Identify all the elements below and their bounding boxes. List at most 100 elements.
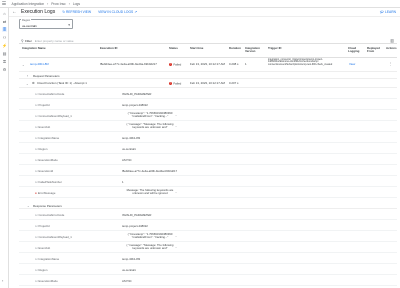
collapse-chevron-icon[interactable]: ⌄ (22, 63, 25, 67)
task-name: Cloud Function (Task ID: 1) - Attempt 1 (37, 80, 87, 85)
param-row: ⊟ ExecutionMode ASYNC (19, 275, 397, 286)
param-type-icon: ⊟ (35, 179, 38, 184)
param-key: ⊟ ProjectId (35, 223, 50, 228)
triggers-icon[interactable]: ⚡ (2, 43, 7, 48)
param-key: ⊟ IntegrationName (35, 256, 60, 261)
param-key: ⊟ Region (35, 146, 48, 151)
param-value: { "timestamp": "1.706693192380390 "mailt… (127, 231, 173, 239)
cloud-logs-button[interactable]: VIEW IN CLOUD LOGS ↗ (98, 10, 137, 14)
param-value: ASYNC (122, 278, 132, 283)
breadcrumb-item[interactable]: Prow Insc (51, 2, 65, 6)
param-value: temp-40b1-8f2 (122, 135, 141, 140)
page-title: Execution Logs (21, 9, 56, 15)
column-header[interactable]: Execution ID (100, 46, 118, 50)
integration-version: 1 (245, 62, 247, 66)
column-header[interactable]: Duration (229, 46, 241, 50)
execution-id: f8e9d4ee-a77c-4e4a-a00b-9ed4a-b9b0d217 (100, 63, 157, 66)
logs-icon[interactable]: ≣ (2, 27, 7, 32)
param-key: ⊟ Region (35, 267, 48, 272)
column-header[interactable]: Trigger ID (268, 46, 282, 50)
param-type-icon: ⊟ (35, 168, 38, 173)
column-header[interactable]: Status (169, 46, 178, 50)
task-row[interactable]: ⌄ ⚙ Cloud Function (Task ID: 1) - Attemp… (19, 79, 397, 88)
home-icon[interactable]: ⌂ (2, 11, 7, 16)
back-arrow-icon[interactable]: ← (12, 9, 17, 15)
param-type-icon: ⊟ (35, 267, 38, 272)
collapse-icon[interactable]: ‹ (2, 278, 3, 283)
param-row: ⊟ IntegrationName temp-40b1-8f2 (19, 253, 397, 264)
param-row: ⊟ EventJob { "message": "Message: The foll… (19, 242, 397, 253)
cloud-logging-link[interactable]: View (349, 62, 355, 66)
param-type-icon: ⊟ (35, 278, 38, 283)
param-type-icon: ⊟ (35, 113, 38, 118)
expand-value-icon[interactable]: ⌄ (175, 191, 177, 194)
column-header[interactable]: Integration Name (22, 46, 46, 50)
column-header[interactable]: Start time (190, 46, 203, 50)
region-value: us-central1 (22, 24, 37, 28)
filter-bar[interactable]: ⚲ Filter Enter property name or value ▥ (19, 38, 397, 44)
chevron-down-icon: ⌄ (27, 203, 30, 208)
collapse-chevron-icon[interactable]: ⌄ (26, 82, 29, 86)
column-header[interactable]: Replayed From (367, 46, 381, 54)
more-actions-icon[interactable]: ⋮ (389, 62, 392, 66)
request-parameters-section[interactable]: › Request Parameters (19, 72, 397, 79)
param-row: ⊟ ExecutionId f8e9d4ee-a77c-4e4a-a00b-9ed4… (19, 165, 397, 176)
param-key: ⊟ EventJob (35, 124, 51, 129)
auth-icon[interactable]: ⚿ (2, 59, 7, 64)
param-value: { "message": "Message: The following key… (126, 242, 174, 250)
filter-icon: ⚲ (21, 38, 24, 43)
param-type-icon: ⊟ (35, 102, 38, 107)
param-type-icon: ⊟ (35, 157, 38, 162)
column-header[interactable]: Integration Version (245, 46, 261, 54)
param-key: ● ErrorMessage (35, 190, 56, 195)
param-value: us-central1 (122, 267, 136, 272)
connectors-icon[interactable]: ⚇ (2, 35, 7, 40)
expand-value-icon[interactable]: ⌄ (175, 246, 177, 249)
refresh-button[interactable]: ↻ REFRESH VIEW (62, 10, 91, 14)
breadcrumb-item[interactable]: Application Integration (12, 2, 45, 6)
external-link-icon: ↗ (134, 10, 138, 14)
section-label: Response Parameters (33, 204, 62, 208)
breadcrumb-item: Logs (72, 1, 80, 6)
settings-icon[interactable]: ⚙ (2, 67, 7, 72)
param-value: { "message": "Message: The following key… (126, 121, 174, 129)
status-badge: ! Failed (169, 80, 182, 85)
region-select[interactable]: Region us-central1 ▾ (19, 18, 73, 29)
param-key: ⊟ ExecutionMode (35, 157, 58, 162)
param-type-icon: ⊟ (35, 223, 38, 228)
table-row[interactable]: ⌄ temp-40b1-8f2 f8e9d4ee-a77c-4e4a-a00b-… (19, 58, 397, 72)
column-header[interactable]: Actions (386, 46, 397, 50)
param-row: ● ErrorMessage Message: The following keyw… (19, 187, 397, 198)
task-icon: ⚙ (32, 80, 35, 85)
start-time: Feb 13, 2023, 10:12:17 AM (190, 62, 225, 66)
templates-icon[interactable]: ▤ (2, 51, 7, 56)
param-type-icon: ⊟ (35, 234, 38, 239)
param-key: ⊟ IntegrationName (35, 135, 60, 140)
expand-value-icon[interactable]: ⌄ (175, 114, 177, 117)
duration: 0.207 s (229, 80, 239, 85)
menu-icon[interactable]: ☰ (0, 1, 8, 7)
response-parameters-section[interactable]: ⌄ Response Parameters (19, 202, 397, 209)
integration-name-link[interactable]: temp-40b1-8f2 (30, 62, 49, 66)
param-key: ⊟ ExecutionId (35, 168, 54, 173)
param-key: ⊟ ConnectorEventPayload_1 (35, 234, 72, 239)
param-key: ⊟ ConnectorEventPayload_1 (35, 113, 72, 118)
expand-value-icon[interactable]: ⌄ (175, 125, 177, 128)
dropdown-arrow-icon: ▾ (68, 23, 70, 27)
school-icon: 🎓︎ (379, 10, 384, 14)
integrations-icon[interactable]: ⇄ (2, 19, 7, 24)
trigger-id: integration_connector_trigger/projects/t… (268, 57, 333, 67)
learn-button[interactable]: 🎓︎ LEARN (380, 10, 396, 14)
expand-value-icon[interactable]: ⌄ (175, 235, 177, 238)
param-type-icon: ⊟ (35, 245, 38, 250)
param-value: ASYNC (122, 157, 132, 162)
filter-input[interactable]: Enter property name or value (35, 39, 74, 43)
param-row: ⊟ ProjectId temp-project-448022 (19, 220, 397, 231)
param-row: ⊟ IntegrationName temp-40b1-8f2 (19, 132, 397, 143)
param-row: ⊟ Region us-central1 (19, 143, 397, 154)
param-row: ⊟ FailedTaskNumber 1 (19, 176, 397, 187)
column-display-icon[interactable]: ▥ (390, 38, 394, 43)
param-key: ⊟ EventJob (35, 245, 51, 250)
refresh-icon: ↻ (62, 10, 65, 14)
column-header[interactable]: Cloud Logging (348, 46, 362, 54)
